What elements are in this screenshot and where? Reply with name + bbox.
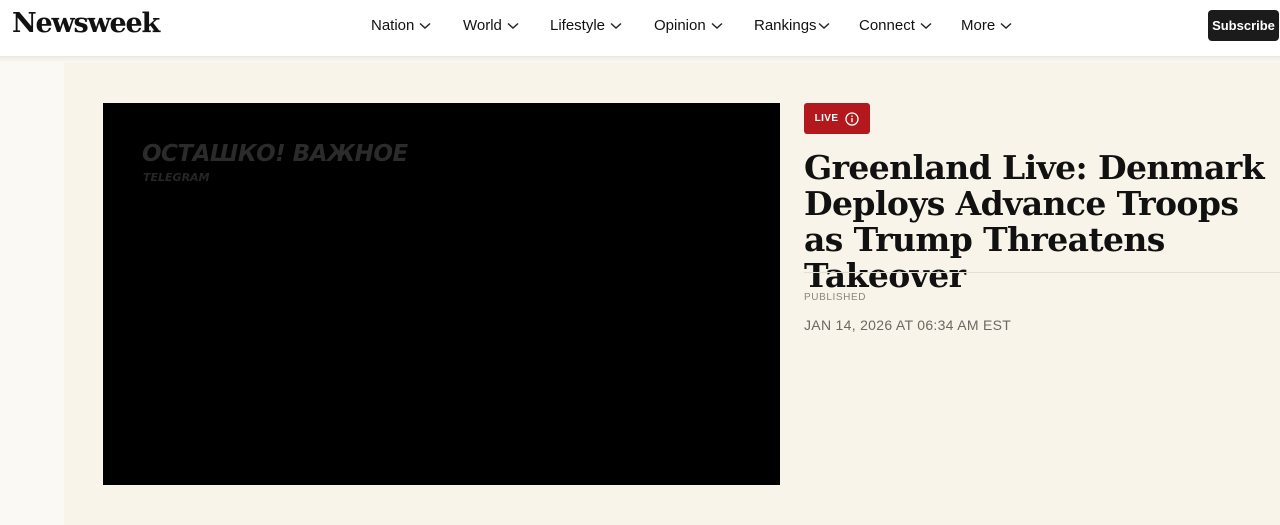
top-navigation-bar: Newsweek Nation World Lifestyle Opinion … bbox=[0, 0, 1280, 57]
chevron-down-icon bbox=[818, 22, 830, 29]
live-badge[interactable]: LIVE bbox=[804, 103, 870, 134]
chevron-down-icon bbox=[920, 22, 932, 29]
nav-item-connect[interactable]: Connect bbox=[859, 17, 932, 34]
nav-label: Opinion bbox=[654, 17, 706, 34]
video-overlay-title: ОСТАШКО! ВАЖНОЕ bbox=[142, 141, 408, 167]
headline-divider bbox=[804, 272, 1280, 273]
nav-label: Nation bbox=[371, 17, 415, 34]
nav-item-rankings[interactable]: Rankings bbox=[754, 17, 830, 34]
subscribe-button[interactable]: Subscribe bbox=[1208, 10, 1279, 41]
nav-item-lifestyle[interactable]: Lifestyle bbox=[550, 17, 622, 34]
published-date: JAN 14, 2026 AT 06:34 AM EST bbox=[804, 317, 1012, 333]
chevron-down-icon bbox=[419, 22, 431, 29]
video-player[interactable]: ОСТАШКО! ВАЖНОЕ TELEGRAM bbox=[103, 103, 780, 485]
nav-item-world[interactable]: World bbox=[463, 17, 519, 34]
nav-item-more[interactable]: More bbox=[961, 17, 1012, 34]
chevron-down-icon bbox=[610, 22, 622, 29]
chevron-down-icon bbox=[1000, 22, 1012, 29]
chevron-down-icon bbox=[711, 22, 723, 29]
info-icon bbox=[845, 111, 860, 126]
nav-item-opinion[interactable]: Opinion bbox=[654, 17, 723, 34]
live-label: LIVE bbox=[814, 113, 839, 124]
nav-label: Lifestyle bbox=[550, 17, 606, 34]
main-nav: Nation World Lifestyle Opinion Rankings … bbox=[0, 0, 1280, 56]
nav-label: Connect bbox=[859, 17, 915, 34]
nav-label: Rankings bbox=[754, 17, 817, 34]
nav-label: World bbox=[463, 17, 502, 34]
chevron-down-icon bbox=[507, 22, 519, 29]
published-label: PUBLISHED bbox=[804, 292, 867, 303]
video-overlay-source: TELEGRAM bbox=[143, 171, 210, 184]
nav-label: More bbox=[961, 17, 996, 34]
nav-item-nation[interactable]: Nation bbox=[371, 17, 431, 34]
